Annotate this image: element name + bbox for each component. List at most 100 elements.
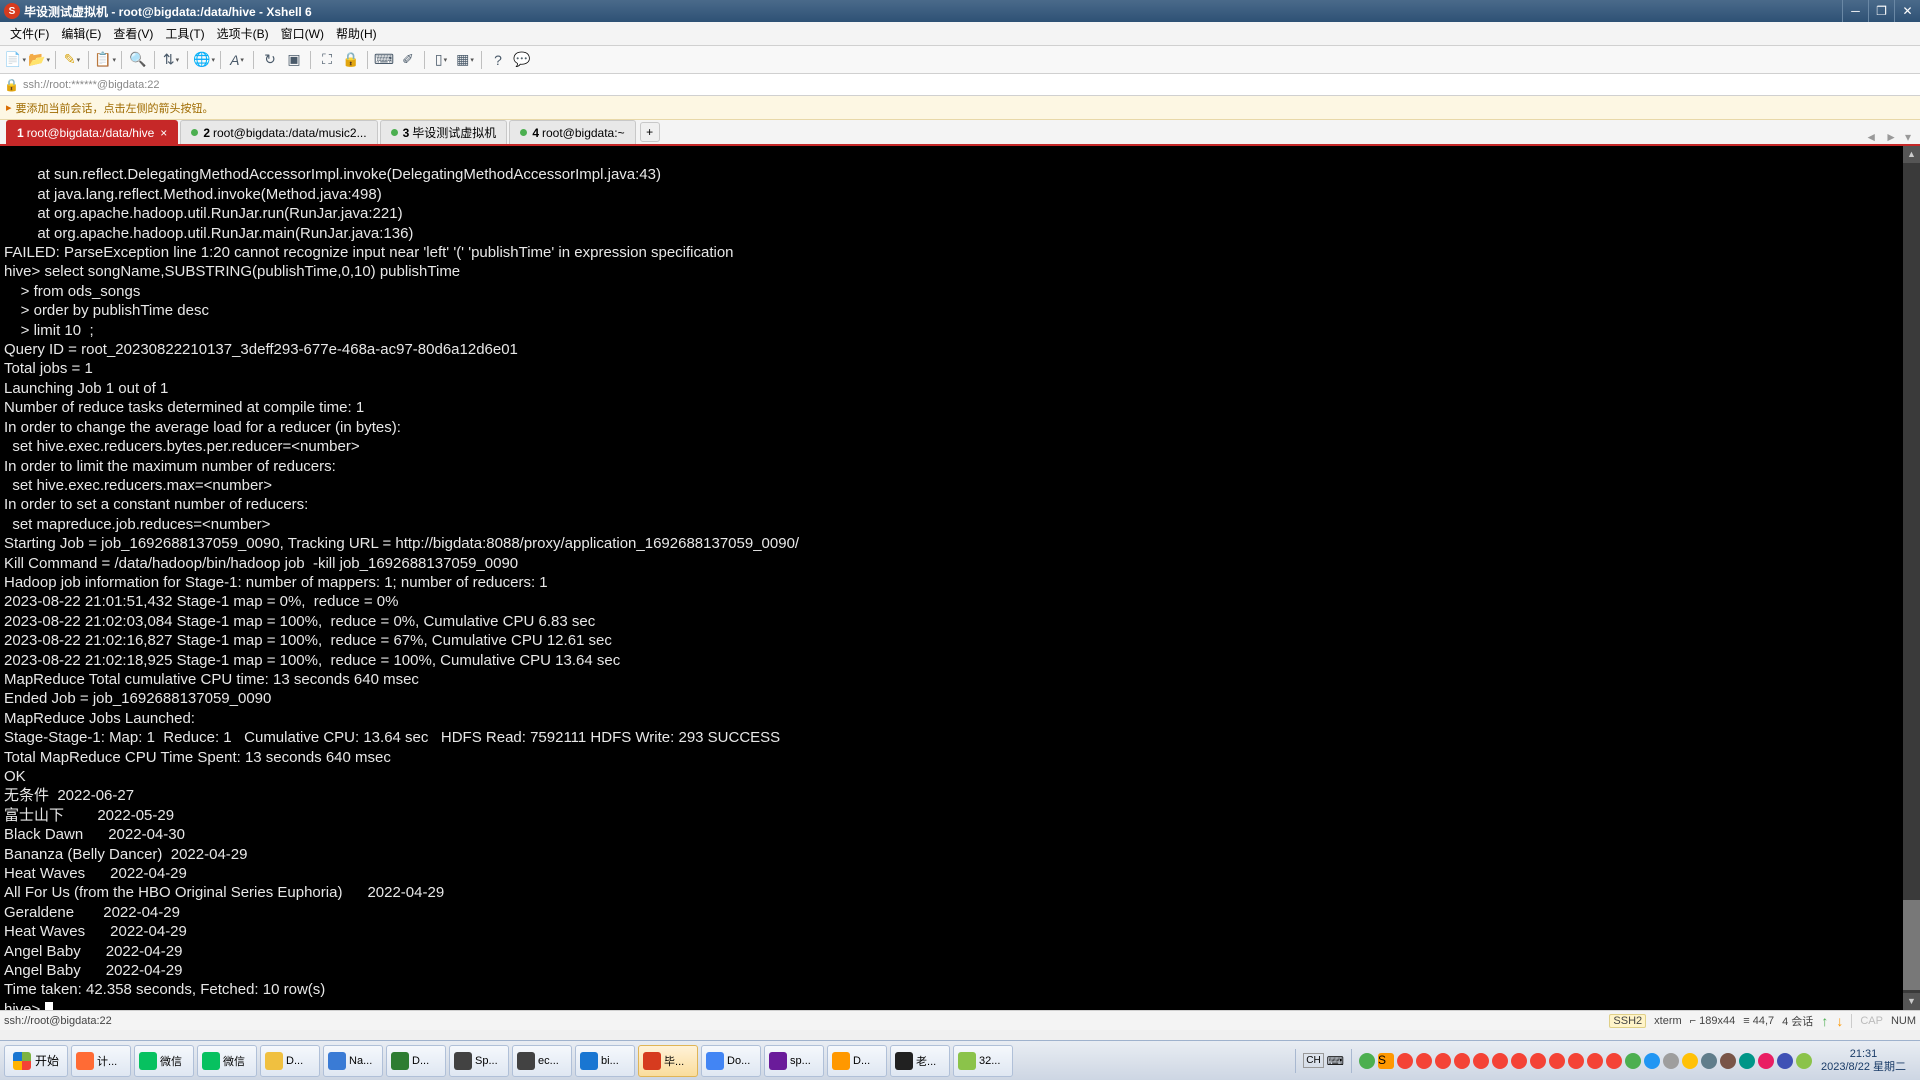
tray-icon[interactable] [1568, 1053, 1584, 1069]
taskbar-app-button[interactable]: D... [386, 1045, 446, 1077]
tab-prev-button[interactable]: ◄ [1862, 130, 1880, 144]
app-label: 32... [979, 1055, 1000, 1067]
tray-icon[interactable] [1416, 1053, 1432, 1069]
terminal-scrollbar[interactable]: ▲ ▼ [1903, 146, 1920, 1010]
menu-window[interactable]: 窗口(W) [275, 25, 330, 42]
tools-button[interactable]: ✐ [397, 49, 419, 71]
minimize-button[interactable]: ─ [1842, 0, 1868, 22]
windows-taskbar: 开始 计...微信微信D...Na...D...Sp...ec...bi...毕… [0, 1040, 1920, 1080]
tray-icon[interactable] [1663, 1053, 1679, 1069]
transfer-button[interactable]: ⇅ [160, 49, 182, 71]
tray-icon[interactable] [1758, 1053, 1774, 1069]
taskbar-app-button[interactable]: bi... [575, 1045, 635, 1077]
taskbar-app-button[interactable]: 计... [71, 1045, 131, 1077]
session-tab[interactable]: 2root@bigdata:/data/music2... [180, 120, 377, 144]
menu-help[interactable]: 帮助(H) [330, 25, 383, 42]
terminal-button[interactable]: ▣ [283, 49, 305, 71]
tray-icon[interactable] [1777, 1053, 1793, 1069]
help-button[interactable]: ? [487, 49, 509, 71]
refresh-button[interactable]: ↻ [259, 49, 281, 71]
tray-icon[interactable] [1796, 1053, 1812, 1069]
taskbar-app-button[interactable]: 老... [890, 1045, 950, 1077]
tray-icon[interactable] [1549, 1053, 1565, 1069]
taskbar-app-button[interactable]: D... [827, 1045, 887, 1077]
terminal-view[interactable]: at sun.reflect.DelegatingMethodAccessorI… [0, 146, 1920, 1010]
taskbar-app-button[interactable]: Do... [701, 1045, 761, 1077]
menu-options[interactable]: 选项卡(B) [211, 25, 275, 42]
app-label: 微信 [223, 1053, 245, 1069]
restore-button[interactable]: ❐ [1868, 0, 1894, 22]
taskbar-app-button[interactable]: sp... [764, 1045, 824, 1077]
app-icon [76, 1052, 94, 1070]
lock-button[interactable]: 🔒 [340, 49, 362, 71]
terminal-cursor [45, 1002, 53, 1010]
session-tab[interactable]: 1root@bigdata:/data/hive× [6, 120, 178, 144]
session-tab[interactable]: 3毕设测试虚拟机 [380, 120, 508, 144]
taskbar-app-button[interactable]: 毕... [638, 1045, 698, 1077]
taskbar-app-button[interactable]: Sp... [449, 1045, 509, 1077]
app-icon [769, 1052, 787, 1070]
taskbar-clock[interactable]: 21:31 2023/8/22 星期二 [1815, 1048, 1912, 1074]
copy-button[interactable]: 📋 [94, 49, 116, 71]
tray-icon[interactable] [1473, 1053, 1489, 1069]
tray-icon[interactable] [1625, 1053, 1641, 1069]
tray-icon[interactable] [1397, 1053, 1413, 1069]
menu-view[interactable]: 查看(V) [107, 25, 159, 42]
font-button[interactable]: A [226, 49, 248, 71]
highlight-button[interactable]: ✎ [61, 49, 83, 71]
taskbar-app-button[interactable]: Na... [323, 1045, 383, 1077]
tray-icon[interactable] [1606, 1053, 1622, 1069]
tab-next-button[interactable]: ► [1882, 130, 1900, 144]
menu-file[interactable]: 文件(F) [4, 25, 55, 42]
tray-icon[interactable] [1454, 1053, 1470, 1069]
start-button[interactable]: 开始 [4, 1045, 68, 1077]
address-bar[interactable]: 🔒 ssh://root:******@bigdata:22 [0, 74, 1920, 96]
tray-icon[interactable] [1530, 1053, 1546, 1069]
taskbar-app-button[interactable]: 微信 [134, 1045, 194, 1077]
layout-grid-button[interactable]: ▦ [454, 49, 476, 71]
scroll-up-button[interactable]: ▲ [1903, 146, 1920, 163]
tray-icon[interactable] [1739, 1053, 1755, 1069]
add-tab-button[interactable]: + [640, 122, 660, 142]
close-button[interactable]: ✕ [1894, 0, 1920, 22]
taskbar-app-button[interactable]: ec... [512, 1045, 572, 1077]
tray-icon[interactable] [1511, 1053, 1527, 1069]
taskbar-app-button[interactable]: 微信 [197, 1045, 257, 1077]
search-button[interactable]: 🔍 [127, 49, 149, 71]
tray-icon[interactable] [1492, 1053, 1508, 1069]
tab-close-button[interactable]: × [160, 126, 167, 140]
tray-icon[interactable] [1701, 1053, 1717, 1069]
tray-icon[interactable] [1682, 1053, 1698, 1069]
status-term: xterm [1654, 1015, 1682, 1027]
menu-edit[interactable]: 编辑(E) [55, 25, 107, 42]
fullscreen-button[interactable]: ⛶ [316, 49, 338, 71]
lang-indicator[interactable]: CH [1303, 1053, 1323, 1068]
scroll-down-button[interactable]: ▼ [1903, 993, 1920, 1010]
globe-button[interactable]: 🌐 [193, 49, 215, 71]
session-tab[interactable]: 4root@bigdata:~ [509, 120, 635, 144]
taskbar-app-button[interactable]: 32... [953, 1045, 1013, 1077]
scroll-thumb[interactable] [1903, 900, 1920, 990]
new-session-button[interactable]: 📄 [4, 49, 26, 71]
app-icon [328, 1052, 346, 1070]
tray-icon[interactable] [1359, 1053, 1375, 1069]
app-label: 老... [916, 1053, 936, 1069]
ime-indicator[interactable]: ⌨ [1327, 1054, 1344, 1068]
tray-icon[interactable] [1720, 1053, 1736, 1069]
menu-tools[interactable]: 工具(T) [159, 25, 210, 42]
tray-icon[interactable] [1644, 1053, 1660, 1069]
taskbar-app-button[interactable]: D... [260, 1045, 320, 1077]
app-label: Do... [727, 1055, 750, 1067]
open-session-button[interactable]: 📂 [28, 49, 50, 71]
tray-icon[interactable] [1435, 1053, 1451, 1069]
tab-list-button[interactable]: ▾ [1902, 130, 1914, 144]
chat-button[interactable]: 💬 [511, 49, 533, 71]
tray-icon[interactable]: S [1378, 1053, 1394, 1069]
layout-v-button[interactable]: ▯ [430, 49, 452, 71]
keyboard-button[interactable]: ⌨ [373, 49, 395, 71]
tray-icon[interactable] [1587, 1053, 1603, 1069]
status-down-icon: ↓ [1836, 1013, 1843, 1029]
app-icon [958, 1052, 976, 1070]
tab-number: 1 [17, 126, 24, 140]
window-titlebar: 毕设测试虚拟机 - root@bigdata:/data/hive - Xshe… [0, 0, 1920, 22]
